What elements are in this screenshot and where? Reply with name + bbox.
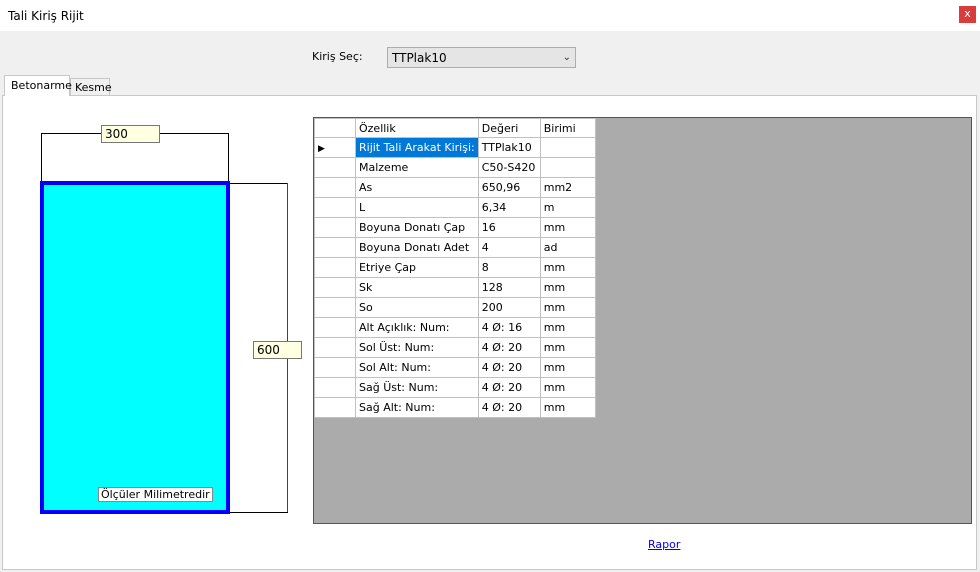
cell-unit[interactable] [539, 137, 596, 158]
table-row[interactable]: Alt Açıklık: Num: 4 Ø: 16 mm [314, 317, 596, 338]
width-dim-left-line [41, 133, 42, 181]
cell-value[interactable]: 4 [477, 237, 541, 258]
row-header[interactable] [314, 377, 356, 398]
beam-select-dropdown[interactable]: TTPlak10 ⌄ [387, 47, 576, 68]
cell-property[interactable]: Etriye Çap [355, 257, 479, 278]
cell-property[interactable]: Malzeme [355, 157, 479, 178]
cell-unit[interactable]: mm [539, 297, 596, 318]
cell-property[interactable]: Rijit Tali Arakat Kirişi: [355, 137, 479, 158]
cell-value[interactable]: 4 Ø: 20 [477, 397, 541, 418]
cell-unit[interactable]: mm [539, 377, 596, 398]
cell-value[interactable]: 128 [477, 277, 541, 298]
cell-value[interactable]: 4 Ø: 20 [477, 377, 541, 398]
row-header[interactable] [314, 237, 356, 258]
cell-unit[interactable]: mm [539, 317, 596, 338]
width-dim-right-line [228, 133, 229, 181]
cell-property[interactable]: L [355, 197, 479, 218]
height-dimension-box: 600 [253, 341, 302, 359]
report-link[interactable]: Rapor [648, 538, 680, 551]
table-row[interactable]: L 6,34 m [314, 197, 596, 218]
column-header-property[interactable]: Özellik [355, 118, 479, 138]
table-row[interactable]: Sağ Üst: Num: 4 Ø: 20 mm [314, 377, 596, 398]
cell-unit[interactable]: m [539, 197, 596, 218]
table-row[interactable]: Sk 128 mm [314, 277, 596, 298]
row-header[interactable] [314, 397, 356, 418]
close-button[interactable]: x [959, 6, 976, 23]
cell-unit[interactable] [539, 157, 596, 178]
title-bar: Tali Kiriş Rijit x [0, 0, 980, 31]
cell-value[interactable]: 8 [477, 257, 541, 278]
cell-value[interactable]: 4 Ø: 16 [477, 317, 541, 338]
cell-property[interactable]: Sağ Alt: Num: [355, 397, 479, 418]
cell-property[interactable]: As [355, 177, 479, 198]
height-dim-top-line [230, 183, 288, 184]
row-header[interactable] [314, 157, 356, 178]
tab-kesme[interactable]: Kesme [70, 78, 112, 96]
cell-property[interactable]: Sol Alt: Num: [355, 357, 479, 378]
current-row-arrow-icon: ▶ [318, 144, 325, 154]
cell-property[interactable]: So [355, 297, 479, 318]
cell-value[interactable]: 4 Ø: 20 [477, 337, 541, 358]
column-header-unit[interactable]: Birimi [539, 118, 596, 138]
cell-value[interactable]: 6,34 [477, 197, 541, 218]
row-header[interactable] [314, 217, 356, 238]
cell-unit[interactable]: mm [539, 397, 596, 418]
row-header[interactable] [314, 357, 356, 378]
width-dimension-box: 300 [101, 125, 160, 143]
row-header[interactable] [314, 297, 356, 318]
row-header[interactable] [314, 317, 356, 338]
beam-select-label: Kiriş Seç: [312, 50, 363, 63]
table-row[interactable]: Etriye Çap 8 mm [314, 257, 596, 278]
row-header-corner [314, 118, 356, 138]
row-header[interactable]: ▶ [314, 137, 356, 158]
table-row[interactable]: ▶ Rijit Tali Arakat Kirişi: TTPlak10 [314, 137, 596, 158]
cell-unit[interactable]: mm [539, 217, 596, 238]
chevron-down-icon: ⌄ [562, 52, 571, 63]
cell-value[interactable]: TTPlak10 [477, 137, 541, 158]
cell-value[interactable]: C50-S420 [477, 157, 541, 178]
cell-value[interactable]: 200 [477, 297, 541, 318]
cell-property[interactable]: Boyuna Donatı Çap [355, 217, 479, 238]
table-row[interactable]: Boyuna Donatı Çap 16 mm [314, 217, 596, 238]
cell-unit[interactable]: mm2 [539, 177, 596, 198]
row-header[interactable] [314, 177, 356, 198]
cell-property[interactable]: Alt Açıklık: Num: [355, 317, 479, 338]
cell-unit[interactable]: mm [539, 357, 596, 378]
beam-select-value: TTPlak10 [392, 51, 447, 65]
cell-value[interactable]: 16 [477, 217, 541, 238]
row-header[interactable] [314, 257, 356, 278]
cell-value[interactable]: 4 Ø: 20 [477, 357, 541, 378]
table-row[interactable]: As 650,96 mm2 [314, 177, 596, 198]
cell-unit[interactable]: mm [539, 337, 596, 358]
row-header[interactable] [314, 197, 356, 218]
table-row[interactable]: So 200 mm [314, 297, 596, 318]
table-row[interactable]: Malzeme C50-S420 [314, 157, 596, 178]
cell-unit[interactable]: mm [539, 257, 596, 278]
cell-property[interactable]: Boyuna Donatı Adet [355, 237, 479, 258]
cell-value[interactable]: 650,96 [477, 177, 541, 198]
beam-section [40, 181, 230, 514]
tab-betonarme[interactable]: Betonarme [4, 75, 72, 96]
height-dim-bottom-line [230, 512, 288, 513]
table-row[interactable]: Boyuna Donatı Adet 4 ad [314, 237, 596, 258]
units-note: Ölçüler Milimetredir [98, 487, 213, 502]
table-row[interactable]: Sol Üst: Num: 4 Ø: 20 mm [314, 337, 596, 358]
cell-property[interactable]: Sağ Üst: Num: [355, 377, 479, 398]
table-row[interactable]: Sol Alt: Num: 4 Ø: 20 mm [314, 357, 596, 378]
cell-unit[interactable]: ad [539, 237, 596, 258]
cell-property[interactable]: Sk [355, 277, 479, 298]
row-header[interactable] [314, 337, 356, 358]
column-header-value[interactable]: Değeri [477, 118, 541, 138]
table-row[interactable]: Sağ Alt: Num: 4 Ø: 20 mm [314, 397, 596, 418]
table-header-row: Özellik Değeri Birimi [314, 118, 596, 138]
cell-unit[interactable]: mm [539, 277, 596, 298]
row-header[interactable] [314, 277, 356, 298]
cell-property[interactable]: Sol Üst: Num: [355, 337, 479, 358]
window-title: Tali Kiriş Rijit [8, 9, 84, 23]
properties-table: Özellik Değeri Birimi ▶ Rijit Tali Arakat… [314, 118, 596, 418]
